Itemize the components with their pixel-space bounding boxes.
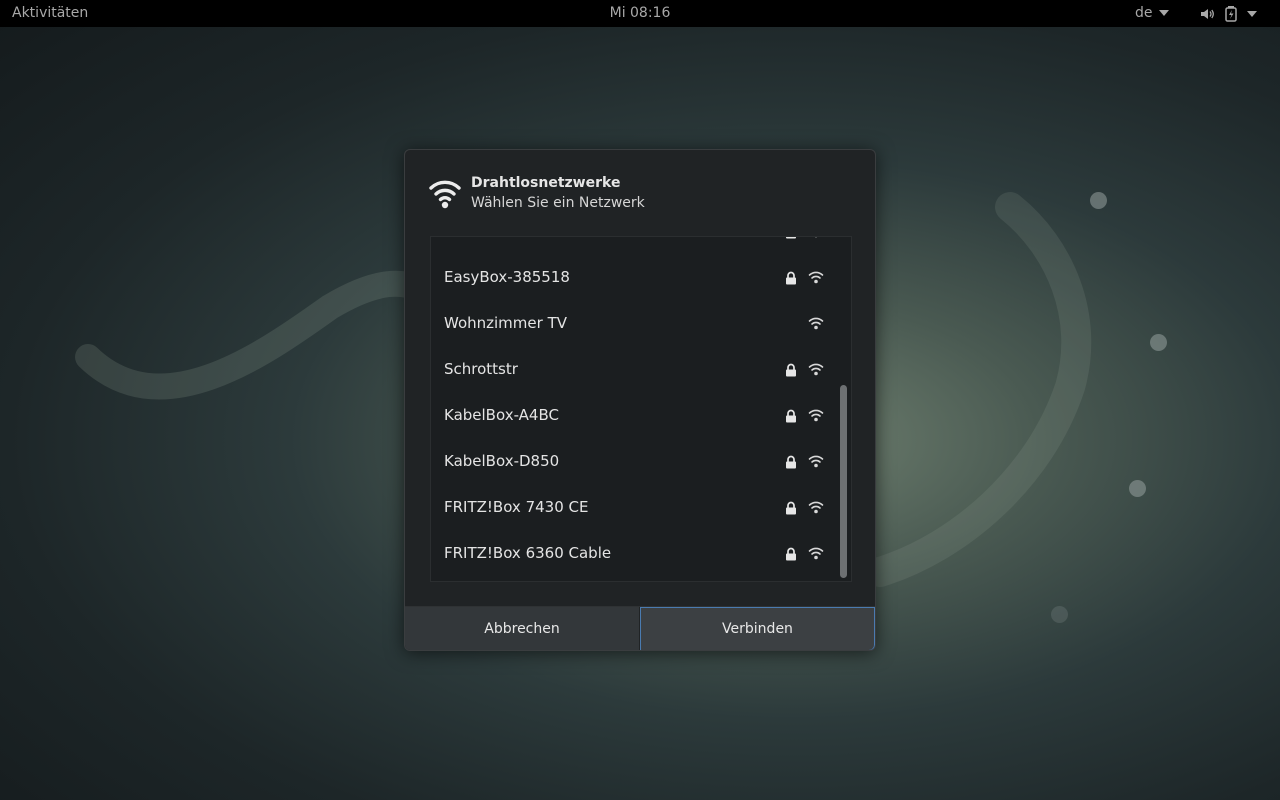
- wifi-signal-icon: [808, 271, 824, 284]
- cancel-button[interactable]: Abbrechen: [405, 607, 640, 650]
- network-row[interactable]: o2-WLAN40: [431, 237, 851, 255]
- connect-button[interactable]: Verbinden: [640, 607, 875, 650]
- network-name: EasyBox-385518: [444, 268, 570, 286]
- wallpaper-dot: [1051, 606, 1068, 623]
- top-bar: Aktivitäten Mi 08:16 de: [0, 0, 1280, 27]
- wifi-signal-icon: [808, 455, 824, 468]
- clock-label[interactable]: Mi 08:16: [610, 5, 671, 21]
- network-row[interactable]: KabelBox-D850: [431, 439, 851, 485]
- scrollbar[interactable]: [840, 385, 847, 578]
- clock: Mi 08:16: [0, 5, 1280, 21]
- wifi-signal-icon: [808, 501, 824, 514]
- chevron-down-icon: [1158, 10, 1169, 16]
- wifi-signal-icon: [815, 237, 817, 238]
- dialog-subtitle: Wählen Sie ein Netzwerk: [471, 195, 645, 211]
- network-row[interactable]: EasyBox-385518: [431, 255, 851, 301]
- network-row[interactable]: Wohnzimmer TV: [431, 301, 851, 347]
- wifi-signal-icon: [808, 363, 824, 376]
- network-list[interactable]: o2-WLAN40 EasyBox-385518 Wohnzimmer TV: [430, 236, 852, 582]
- activities-button[interactable]: Aktivitäten: [12, 5, 88, 21]
- network-name: Schrottstr: [444, 360, 518, 378]
- network-row[interactable]: FRITZ!Box 6360 Cable: [431, 531, 851, 577]
- dialog-button-bar: Abbrechen Verbinden: [405, 606, 875, 650]
- network-list-content: o2-WLAN40 EasyBox-385518 Wohnzimmer TV: [431, 237, 851, 577]
- lock-icon: [786, 455, 796, 469]
- wifi-signal-icon: [808, 317, 824, 330]
- language-label: de: [1135, 5, 1153, 21]
- network-row[interactable]: KabelBox-A4BC: [431, 393, 851, 439]
- network-name: KabelBox-D850: [444, 452, 560, 470]
- volume-icon: [1201, 8, 1214, 19]
- wallpaper-dot: [1150, 334, 1167, 351]
- lock-icon: [786, 547, 796, 561]
- network-name: o2-WLAN40: [444, 237, 532, 240]
- network-row[interactable]: FRITZ!Box 7430 CE: [431, 485, 851, 531]
- lock-icon: [786, 409, 796, 423]
- wifi-signal-icon: [808, 547, 824, 560]
- wallpaper-dot: [1129, 480, 1146, 497]
- system-menu[interactable]: [1199, 5, 1257, 22]
- network-name: FRITZ!Box 7430 CE: [444, 498, 589, 516]
- dialog-title: Drahtlosnetzwerke: [471, 175, 621, 191]
- system-menu-arrow-icon: [1247, 10, 1257, 17]
- network-row[interactable]: Schrottstr: [431, 347, 851, 393]
- lock-icon: [786, 237, 796, 239]
- network-name: Wohnzimmer TV: [444, 314, 567, 332]
- battery-icon: [1225, 6, 1237, 22]
- wifi-network-dialog: Drahtlosnetzwerke Wählen Sie ein Netzwer…: [404, 149, 876, 651]
- network-name: KabelBox-A4BC: [444, 406, 559, 424]
- dialog-header: Drahtlosnetzwerke Wählen Sie ein Netzwer…: [405, 150, 875, 236]
- lock-icon: [786, 363, 796, 377]
- wallpaper-dot: [1090, 192, 1107, 209]
- network-name: FRITZ!Box 6360 Cable: [444, 544, 612, 562]
- wifi-signal-icon: [808, 409, 824, 422]
- language-indicator[interactable]: de: [1135, 5, 1169, 21]
- wifi-icon: [429, 180, 461, 209]
- lock-icon: [786, 501, 796, 515]
- lock-icon: [786, 271, 796, 285]
